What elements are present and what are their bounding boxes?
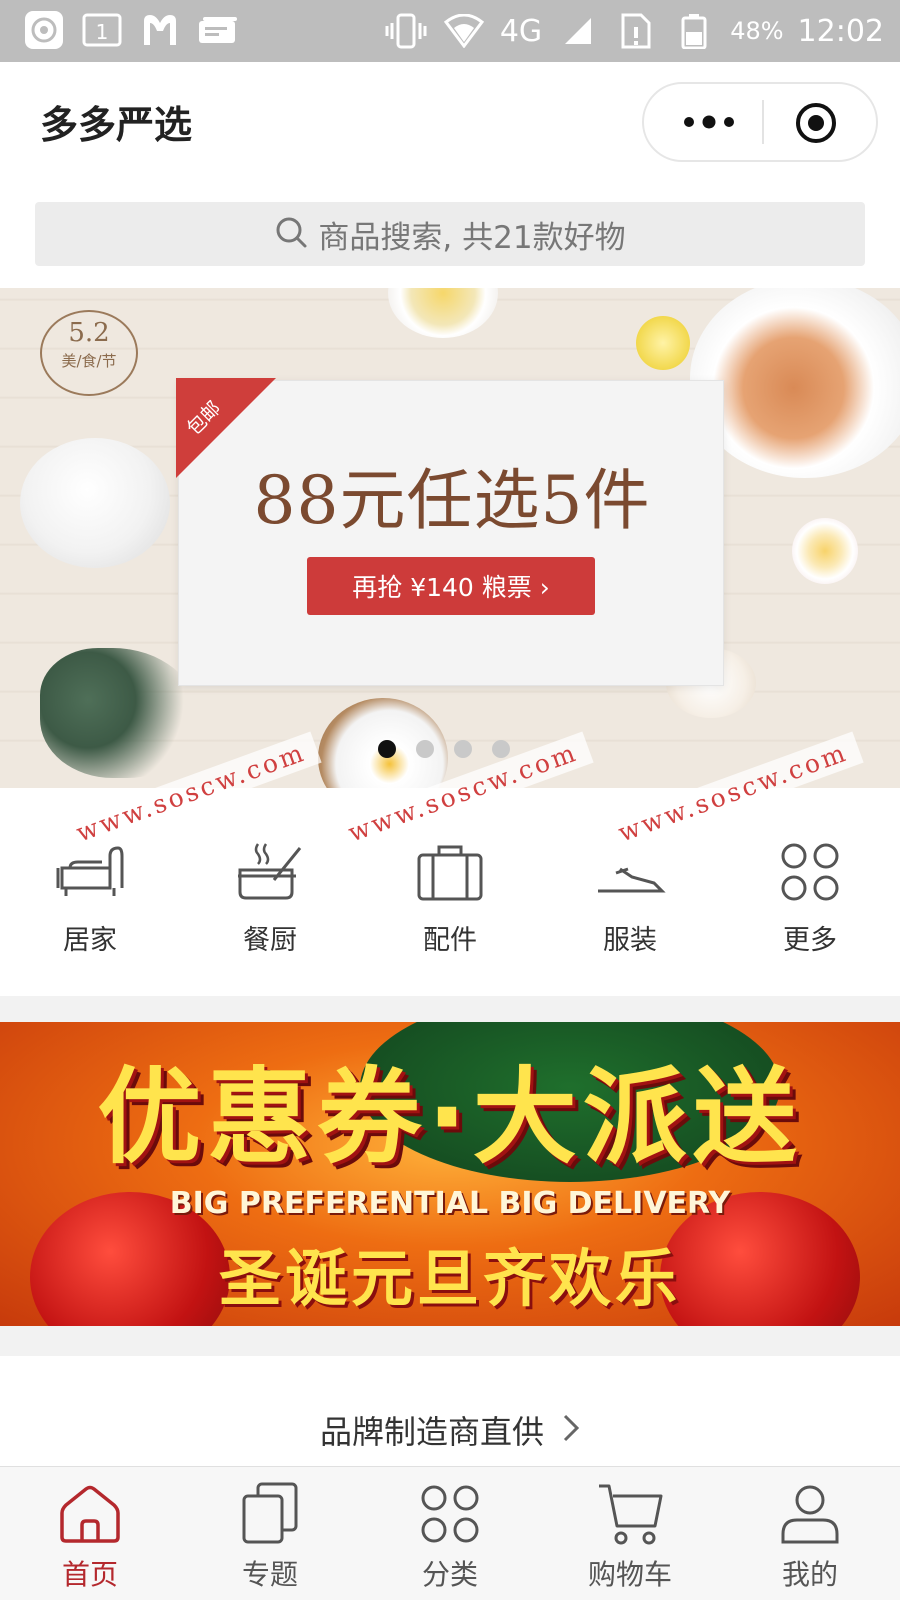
- capsule-divider: [762, 100, 764, 144]
- app-notification-icon: [22, 10, 66, 50]
- festival-label: 美/食/节: [61, 352, 117, 370]
- search-icon: [274, 215, 308, 253]
- category-label: 更多: [783, 925, 837, 956]
- clock: 12:02: [797, 13, 884, 49]
- promo-subtitle: 圣诞元旦齐欢乐: [218, 1242, 681, 1315]
- section-divider: [0, 1326, 900, 1356]
- search-bar[interactable]: 商品搜索, 共21款好物: [35, 202, 865, 266]
- carousel-dot[interactable]: [416, 740, 434, 758]
- more-dots-icon[interactable]: [674, 100, 744, 144]
- tab-profile[interactable]: 我的: [720, 1467, 900, 1600]
- promo-banner[interactable]: 优惠券·大派送 BIG PREFERENTIAL BIG DELIVERY 圣诞…: [0, 1022, 900, 1326]
- tab-home[interactable]: 首页: [0, 1467, 180, 1600]
- hero-headline: 88元任选5件: [253, 462, 651, 539]
- tab-topics[interactable]: 专题: [180, 1467, 360, 1600]
- hero-card: 包邮 88元任选5件 再抢 ¥140 粮票 ›: [176, 378, 724, 686]
- message-icon: [196, 10, 240, 50]
- festival-badge: 5.2 美/食/节: [40, 310, 138, 396]
- category-label: 服装: [603, 925, 657, 956]
- topics-icon: [235, 1481, 305, 1547]
- bottom-tab-bar: 首页 专题 分类 购物车 我的: [0, 1466, 900, 1600]
- network-type: 4G: [499, 13, 543, 49]
- wifi-icon: [442, 11, 486, 51]
- tab-label: 专题: [241, 1558, 298, 1591]
- svg-text:1: 1: [96, 20, 109, 44]
- tab-label: 首页: [61, 1558, 118, 1591]
- hero-banner[interactable]: 5.2 美/食/节 包邮 88元任选5件 再抢 ¥140 粮票 ›: [0, 288, 900, 788]
- category-accessories[interactable]: 配件: [360, 836, 540, 986]
- search-placeholder: 商品搜索, 共21款好物: [318, 219, 626, 256]
- tab-category[interactable]: 分类: [360, 1467, 540, 1600]
- tab-label: 我的: [781, 1558, 838, 1591]
- festival-number: 5.2: [68, 318, 110, 348]
- target-icon[interactable]: [792, 100, 840, 146]
- tab-cart[interactable]: 购物车: [540, 1467, 720, 1600]
- category-label: 配件: [423, 925, 477, 956]
- category-more[interactable]: 更多: [720, 836, 900, 986]
- status-bar: 1 4G 48% 12:02: [0, 0, 900, 62]
- carousel-dot[interactable]: [378, 740, 396, 758]
- pot-icon: [234, 836, 306, 908]
- carousel-dot[interactable]: [454, 740, 472, 758]
- chevron-right-icon: [562, 1413, 580, 1447]
- category-home[interactable]: 居家: [0, 836, 180, 986]
- teapot-image: [20, 438, 170, 568]
- egg-yolk-image: [792, 518, 858, 584]
- category-label: 居家: [63, 925, 117, 956]
- promo-title: 优惠券·大派送: [97, 1056, 803, 1178]
- sim-card-icon: 1: [80, 10, 124, 50]
- home-icon: [55, 1481, 125, 1547]
- status-bar-right: 4G 48% 12:02: [384, 8, 884, 54]
- title-bar: 多多严选: [0, 62, 900, 182]
- battery-percent: 48%: [730, 17, 784, 45]
- lemon-image: [636, 316, 690, 370]
- app-title: 多多严选: [40, 103, 193, 147]
- cart-icon: [595, 1481, 665, 1547]
- miniprogram-capsule: [642, 82, 878, 162]
- promo-subtitle-en: BIG PREFERENTIAL BIG DELIVERY: [169, 1186, 731, 1221]
- sim-alert-icon: [614, 11, 658, 51]
- butter-bowl-image: [388, 288, 498, 338]
- luggage-icon: [414, 836, 486, 908]
- carousel-indicators: [378, 740, 510, 758]
- carousel-dot[interactable]: [492, 740, 510, 758]
- category-row: 居家 餐厨 配件 服装 更多: [0, 836, 900, 986]
- status-bar-left-icons: 1: [22, 10, 240, 50]
- category-kitchen[interactable]: 餐厨: [180, 836, 360, 986]
- category-label: 餐厨: [243, 925, 297, 956]
- category-icon: [415, 1481, 485, 1547]
- profile-icon: [775, 1481, 845, 1547]
- brand-section-title: 品牌制造商直供: [319, 1413, 544, 1451]
- battery-icon: [672, 11, 716, 51]
- eucalyptus-leaves-image: [40, 648, 200, 778]
- brand-section-link[interactable]: 品牌制造商直供: [0, 1400, 900, 1460]
- signal-icon: [556, 11, 600, 51]
- grid-dots-icon: [774, 836, 846, 908]
- tab-label: 分类: [421, 1558, 478, 1591]
- vibrate-icon: [384, 11, 428, 51]
- m-app-icon: [138, 10, 182, 50]
- section-divider: [0, 996, 900, 1022]
- category-clothing[interactable]: 服装: [540, 836, 720, 986]
- tab-label: 购物车: [587, 1558, 672, 1591]
- hero-cta-button[interactable]: 再抢 ¥140 粮票 ›: [307, 557, 595, 615]
